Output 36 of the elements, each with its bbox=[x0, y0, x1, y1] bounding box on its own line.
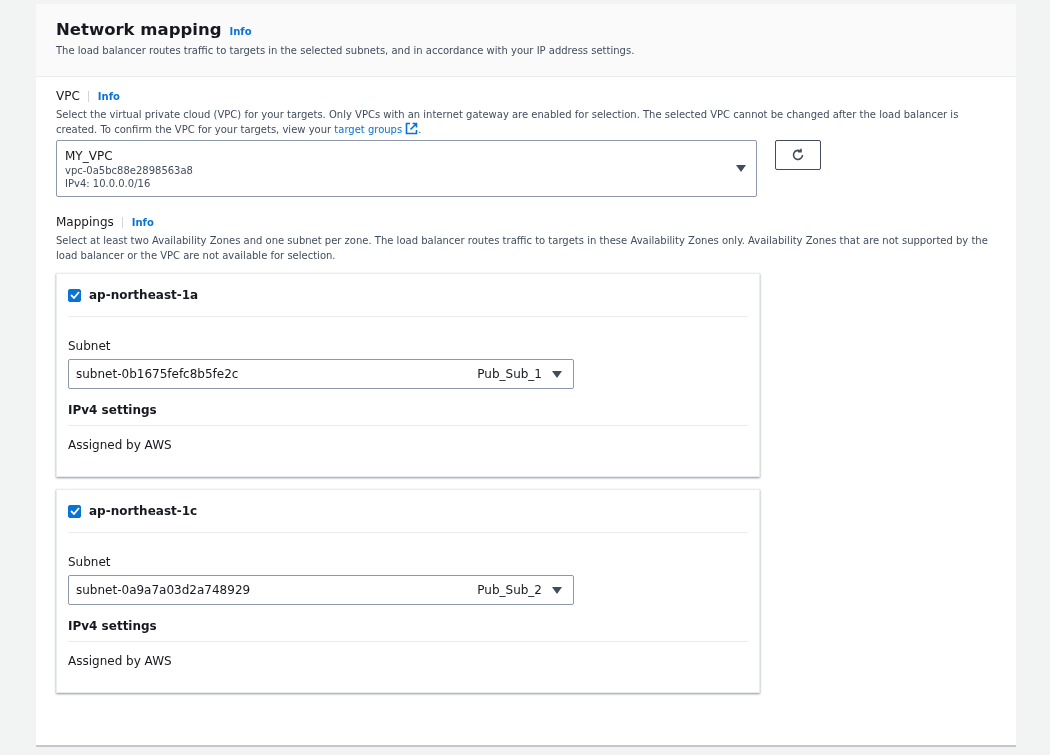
ipv4-settings-heading: IPv4 settings bbox=[68, 619, 748, 642]
vpc-label: VPC bbox=[56, 89, 80, 103]
vpc-id: vpc-0a5bc88e2898563a8 bbox=[65, 163, 193, 177]
subnet-label: Subnet bbox=[68, 339, 112, 353]
vpc-select[interactable]: MY_VPC vpc-0a5bc88e2898563a8 IPv4: 10.0.0.0/16 bbox=[56, 140, 757, 197]
refresh-button[interactable] bbox=[775, 140, 821, 170]
mappings-description: Select at least two Availability Zones and one subnet per zone. The load balancer routes traffic to targets in these Availability Zones only. Availability Zones that are not supported by the load balancer or the VPC are not available for selection. bbox=[56, 234, 989, 263]
vpc-cidr: IPv4: 10.0.0.0/16 bbox=[65, 176, 152, 190]
caret-icon bbox=[736, 165, 746, 172]
caret-icon bbox=[552, 586, 562, 594]
subnet-name: Pub_Sub_1 bbox=[477, 367, 542, 381]
subnet-name: Pub_Sub_2 bbox=[477, 583, 542, 597]
zone-checkbox[interactable] bbox=[68, 504, 81, 518]
mappings-label: Mappings bbox=[56, 215, 114, 229]
section-description: The load balancer routes traffic to targets in the selected subnets, and in accordance with your IP address settings. bbox=[56, 44, 636, 58]
subnet-select[interactable]: subnet-0b1675fefc8b5fe2c Pub_Sub_1 bbox=[68, 359, 574, 389]
subnet-select[interactable]: subnet-0a9a7a03d2a748929 Pub_Sub_2 bbox=[68, 575, 574, 605]
zone-checkbox[interactable] bbox=[68, 288, 81, 302]
vpc-description: Select the virtual private cloud (VPC) for your targets. Only VPCs with an internet gateway are enabled for selection. The selected VPC cannot be changed after the load balancer is created. To confirm the VPC for your targets, view your target groups . bbox=[56, 108, 960, 137]
ipv4-settings-heading: IPv4 settings bbox=[68, 403, 748, 426]
subnet-id: subnet-0a9a7a03d2a748929 bbox=[76, 583, 252, 597]
caret-icon bbox=[552, 370, 562, 378]
subnet-label: Subnet bbox=[68, 555, 112, 569]
target-groups-link[interactable]: target groups bbox=[334, 124, 419, 135]
subnet-id: subnet-0b1675fefc8b5fe2c bbox=[76, 367, 240, 381]
external-link-icon bbox=[405, 122, 419, 135]
info-link[interactable]: Info bbox=[87, 90, 120, 102]
info-link[interactable]: Info bbox=[229, 26, 252, 37]
ipv4-settings-value: Assigned by AWS bbox=[68, 438, 173, 452]
info-link[interactable]: Info bbox=[121, 216, 154, 228]
ipv4-settings-value: Assigned by AWS bbox=[68, 654, 173, 668]
zone-name: ap-northeast-1c bbox=[89, 504, 198, 518]
section-title: Network mapping bbox=[56, 20, 222, 39]
vpc-name: MY_VPC bbox=[65, 147, 114, 164]
refresh-icon bbox=[791, 148, 805, 162]
zone-name: ap-northeast-1a bbox=[89, 288, 199, 302]
